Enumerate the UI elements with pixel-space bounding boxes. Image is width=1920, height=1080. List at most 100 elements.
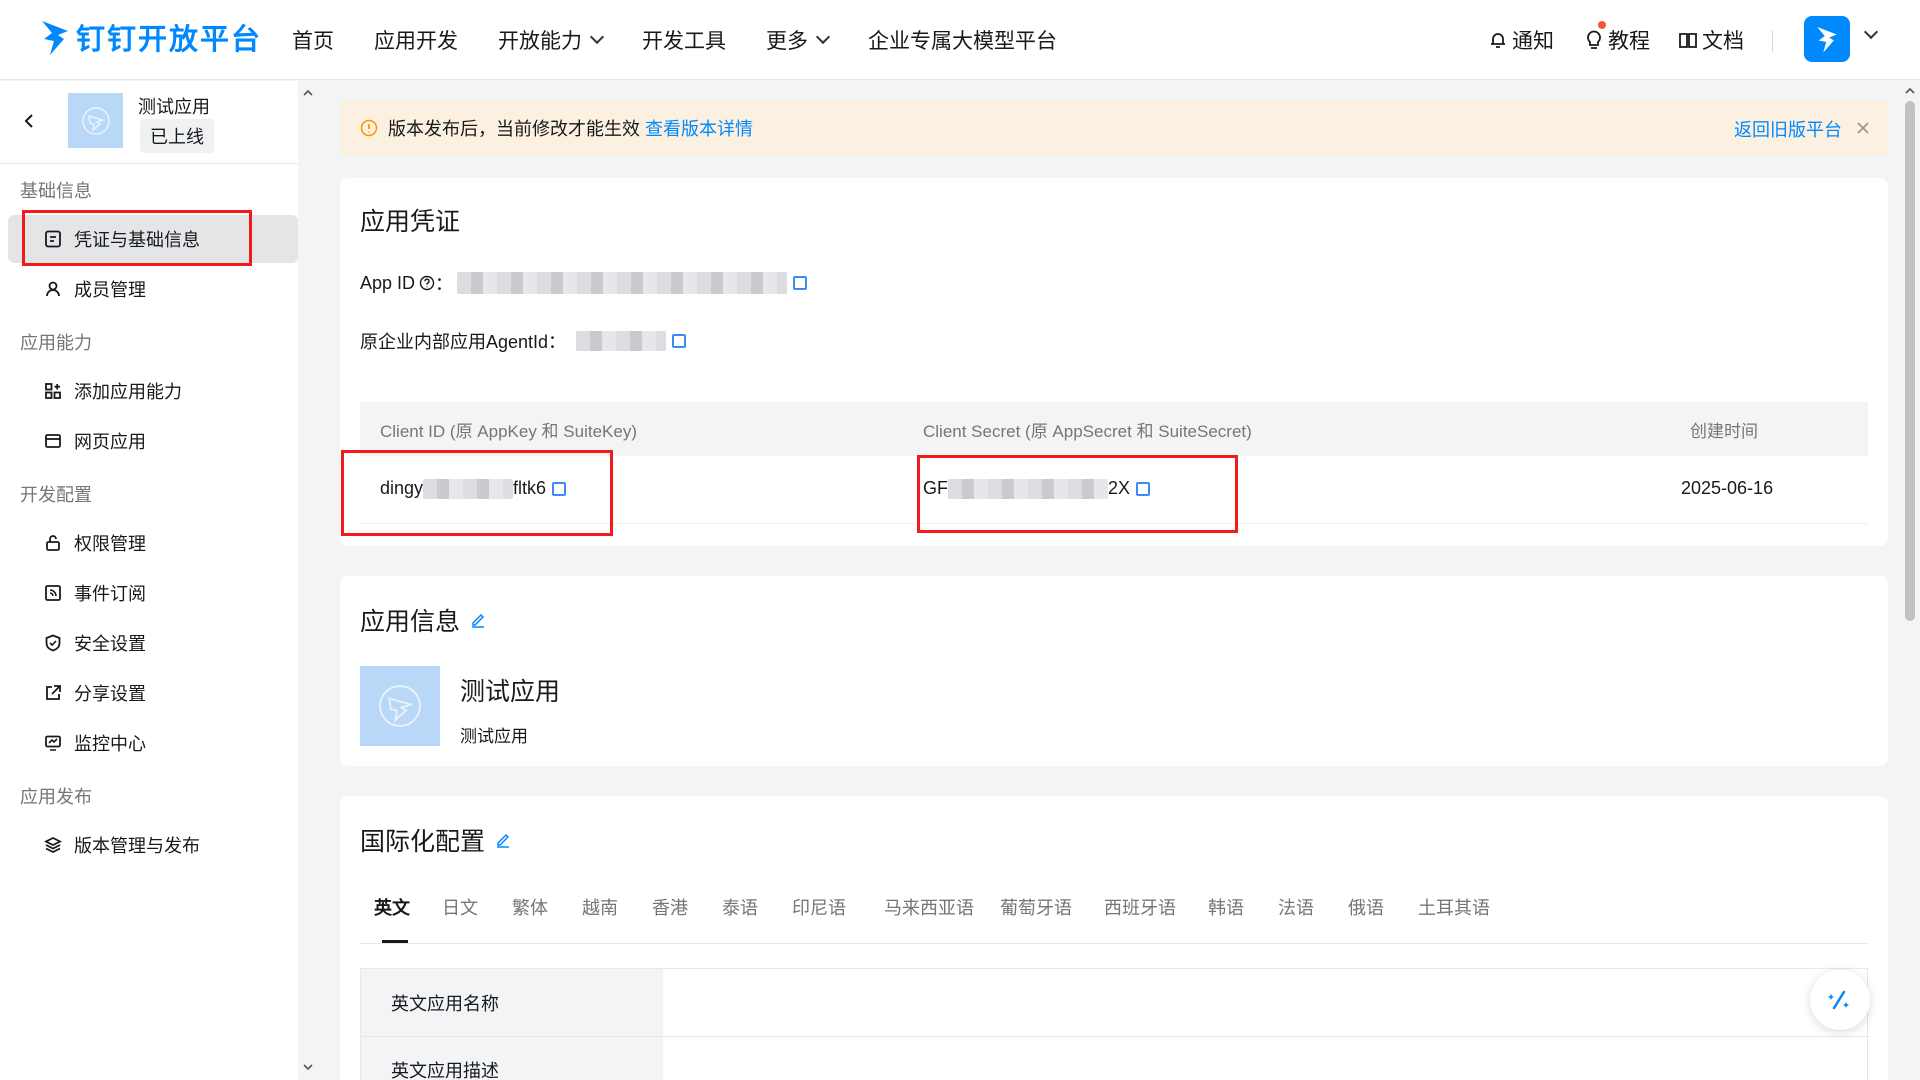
lightbulb-icon (1587, 30, 1601, 49)
nav-more[interactable]: 更多 (766, 25, 831, 55)
back-button[interactable] (22, 113, 38, 129)
dingtalk-logo[interactable]: 钉钉开放平台 (40, 16, 262, 58)
share-external-icon (46, 685, 61, 700)
i18n-title: 国际化配置 (360, 828, 486, 856)
rss-doc-icon (45, 585, 61, 601)
ai-assistant-button[interactable] (1810, 970, 1870, 1030)
sidebar-item-permissions[interactable]: 权限管理 (0, 519, 298, 567)
sidebar-item-label: 版本管理与发布 (74, 836, 200, 856)
help-circle-icon[interactable] (419, 275, 435, 291)
client-id-blurred (423, 478, 514, 499)
section-title-capability: 应用能力 (20, 333, 92, 353)
scroll-down-arrow-icon[interactable] (302, 1061, 314, 1073)
chevron-left-icon (24, 114, 33, 128)
notice-message: 版本发布后，当前修改才能生效 (388, 119, 640, 139)
docs-link[interactable]: 文档 (1678, 0, 1744, 80)
sidebar-item-label: 监控中心 (74, 734, 146, 754)
chevron-down-icon (589, 29, 605, 45)
i18n-row-label-cell: 英文应用名称 (361, 969, 663, 1037)
app-info-thumbnail (360, 666, 440, 746)
i18n-row-divider (663, 1036, 1869, 1037)
sidebar-item-version[interactable]: 版本管理与发布 (0, 821, 298, 869)
sidebar-item-members[interactable]: 成员管理 (0, 265, 298, 313)
sidebar-scrollbar[interactable] (298, 81, 318, 1080)
view-version-link[interactable]: 查看版本详情 (645, 119, 753, 139)
tutorial-link[interactable]: 教程 (1584, 0, 1650, 80)
main-scrollbar[interactable] (1900, 81, 1920, 1080)
copy-icon[interactable] (793, 276, 808, 290)
nav-app-dev[interactable]: 应用开发 (374, 25, 458, 55)
sidebar-item-label: 成员管理 (74, 280, 146, 300)
copy-icon[interactable] (672, 334, 687, 348)
tab-vietnamese[interactable]: 越南 (582, 894, 618, 920)
dingtalk-logo-icon (42, 21, 68, 55)
red-dot-badge (1598, 21, 1606, 29)
credentials-title: 应用凭证 (360, 208, 461, 236)
copy-icon[interactable] (1136, 481, 1151, 496)
section-title-dev-config: 开发配置 (20, 485, 92, 505)
scroll-thumb[interactable] (1905, 101, 1915, 621)
avatar-chevron-down-icon[interactable] (1863, 24, 1879, 40)
scroll-up-arrow-icon[interactable] (302, 87, 314, 99)
client-id-prefix: dingy (380, 478, 424, 498)
app-id-row: App ID ： (360, 270, 808, 296)
nav-dev-tools[interactable]: 开发工具 (642, 25, 726, 55)
tab-japanese[interactable]: 日文 (442, 894, 478, 920)
nav-open-capability[interactable]: 开放能力 (498, 25, 605, 55)
i18n-row-label: 英文应用描述 (391, 1061, 499, 1080)
tab-korean[interactable]: 韩语 (1208, 894, 1244, 920)
tab-french[interactable]: 法语 (1278, 894, 1314, 920)
user-avatar[interactable] (1804, 16, 1850, 62)
tab-turkish[interactable]: 土耳其语 (1418, 894, 1490, 920)
sidebar-divider (0, 163, 298, 164)
table-row: dingy fltk6 GF 2X 2025-06-16 (360, 456, 1868, 524)
back-old-platform-link[interactable]: 返回旧版平台 (1734, 116, 1842, 142)
sidebar-app-name: 测试应用 (138, 97, 210, 117)
scroll-up-arrow-icon[interactable] (1904, 85, 1916, 97)
app-id-value-blurred (457, 272, 788, 294)
client-secret-blurred (948, 478, 1108, 499)
logo-text: 钉钉开放平台 (76, 24, 263, 56)
book-icon (1679, 33, 1697, 48)
tab-hongkong[interactable]: 香港 (652, 894, 688, 920)
app-logo-icon (81, 106, 110, 135)
nav-enterprise-llm[interactable]: 企业专属大模型平台 (868, 25, 1057, 55)
app-info-card: 应用信息 测试应用 测试应用 (340, 576, 1888, 766)
sidebar-item-events[interactable]: 事件订阅 (0, 569, 298, 617)
section-title-publish: 应用发布 (20, 787, 92, 807)
grid-plus-icon (45, 383, 61, 399)
i18n-row-label-cell: 英文应用描述 (361, 1037, 663, 1080)
user-icon (46, 281, 60, 297)
monitor-icon (45, 735, 61, 751)
sidebar-item-share[interactable]: 分享设置 (0, 669, 298, 717)
sidebar-item-web-app[interactable]: 网页应用 (0, 417, 298, 465)
nav-home[interactable]: 首页 (292, 25, 334, 55)
edit-pencil-icon[interactable] (495, 832, 511, 848)
agent-id-value-blurred (576, 331, 667, 351)
bell-icon (1491, 33, 1505, 48)
tab-indonesian[interactable]: 印尼语 (792, 894, 846, 920)
tab-thai[interactable]: 泰语 (722, 894, 758, 920)
credentials-card: 应用凭证 App ID ： 原企业内部应用AgentId： Client ID … (340, 178, 1888, 546)
sidebar-item-monitor[interactable]: 监控中心 (0, 719, 298, 767)
notice-text: 版本发布后，当前修改才能生效 查看版本详情 (388, 115, 753, 141)
tab-portuguese[interactable]: 葡萄牙语 (1000, 894, 1072, 920)
tab-spanish[interactable]: 西班牙语 (1104, 894, 1176, 920)
created-date: 2025-06-16 (1681, 478, 1774, 498)
sidebar-item-security[interactable]: 安全设置 (0, 619, 298, 667)
close-icon[interactable] (1856, 121, 1870, 135)
notify-link[interactable]: 通知 (1488, 0, 1554, 80)
tab-malay[interactable]: 马来西亚语 (884, 894, 974, 920)
magic-wand-icon (1828, 990, 1849, 1010)
sidebar-item-credentials[interactable]: 凭证与基础信息 (8, 215, 298, 263)
sidebar-item-add-capability[interactable]: 添加应用能力 (0, 367, 298, 415)
col-created: 创建时间 (1690, 421, 1758, 441)
sidebar-item-label: 安全设置 (74, 634, 146, 654)
tab-russian[interactable]: 俄语 (1348, 894, 1384, 920)
copy-icon[interactable] (552, 481, 567, 496)
dingtalk-avatar-icon (1817, 27, 1837, 53)
sidebar-item-label: 事件订阅 (74, 584, 146, 604)
edit-pencil-icon[interactable] (470, 612, 486, 628)
tab-english[interactable]: 英文 (374, 894, 410, 920)
tab-traditional[interactable]: 繁体 (512, 894, 548, 920)
